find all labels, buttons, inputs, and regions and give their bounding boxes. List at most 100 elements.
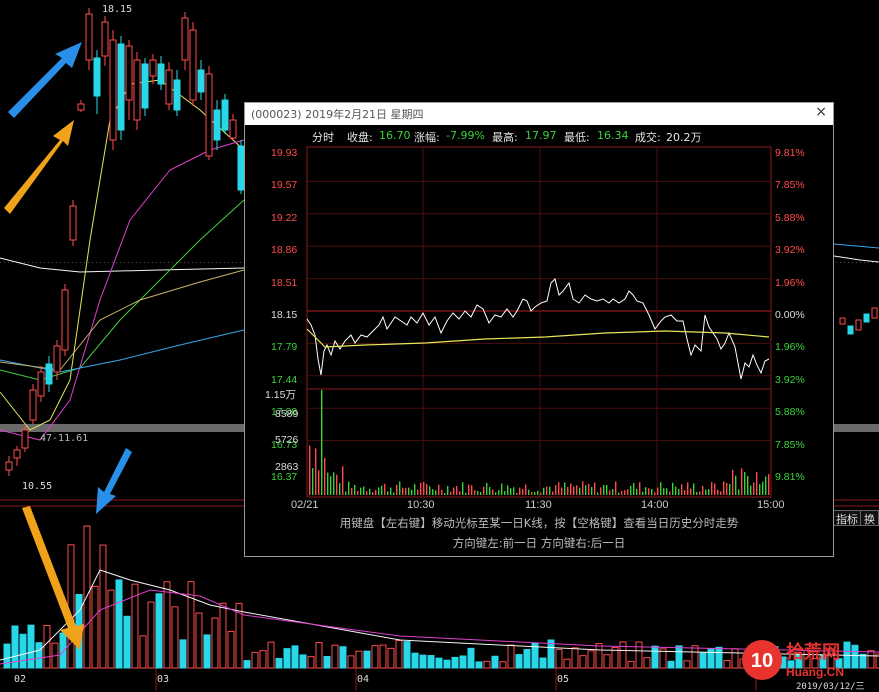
volume-bar xyxy=(35,642,43,669)
moving-average-line xyxy=(833,243,879,249)
candlestick xyxy=(863,313,870,323)
volume-bar xyxy=(587,650,595,669)
volume-bar xyxy=(203,634,211,669)
volume-bar xyxy=(123,615,131,669)
volume-bar xyxy=(107,589,115,669)
volume-bar xyxy=(395,640,403,669)
volume-bar xyxy=(267,641,275,669)
candlestick xyxy=(13,449,21,459)
volume-bar xyxy=(379,644,387,669)
volume-bar xyxy=(419,654,427,669)
volume-bar xyxy=(667,660,675,669)
volume-bar xyxy=(731,648,739,669)
volume-bar xyxy=(435,657,443,669)
volume-bar xyxy=(347,655,355,669)
candlestick xyxy=(847,325,854,335)
time-label-1400: 14:00 xyxy=(641,499,669,511)
volume-bar xyxy=(627,660,635,669)
volume-bar xyxy=(3,643,11,669)
time-label-1030: 10:30 xyxy=(407,499,435,511)
svg-text:Huang.CN: Huang.CN xyxy=(786,665,844,679)
candlestick xyxy=(61,289,69,351)
candlestick xyxy=(21,429,29,449)
indicator-button[interactable]: 指标 xyxy=(832,510,862,526)
candlestick xyxy=(181,17,189,61)
volume-bar xyxy=(475,661,483,669)
volume-bar xyxy=(155,593,163,669)
svg-text:拾荒网: 拾荒网 xyxy=(786,641,840,663)
volume-bar xyxy=(723,660,731,669)
volume-bar xyxy=(427,655,435,669)
candlestick xyxy=(69,205,77,241)
volume-bar xyxy=(339,646,347,669)
volume-bar xyxy=(291,645,299,669)
switch-button[interactable]: 换 xyxy=(860,510,879,526)
volume-bar xyxy=(59,632,67,669)
candlestick xyxy=(53,345,61,373)
volume-bar xyxy=(275,657,283,669)
volume-bar xyxy=(99,544,107,669)
candlestick xyxy=(229,119,237,139)
volume-bar xyxy=(299,654,307,669)
candlestick xyxy=(165,69,173,105)
intraday-popup-window[interactable]: (000023) 2019年2月21日 星期四 × 分时 收盘: 16.70 涨… xyxy=(244,102,834,557)
candlestick xyxy=(133,59,141,121)
volume-bar xyxy=(67,544,75,669)
volume-bar xyxy=(27,624,35,669)
candlestick xyxy=(45,363,53,385)
moving-average-line xyxy=(833,255,879,263)
volume-bar xyxy=(443,659,451,669)
volume-bar xyxy=(315,642,323,669)
volume-bar xyxy=(563,658,571,669)
volume-bar xyxy=(571,647,579,669)
volume-bar xyxy=(91,585,99,669)
blue-arrow-icon xyxy=(8,42,82,118)
candlestick xyxy=(839,317,846,325)
candlestick xyxy=(141,63,149,109)
volume-bar xyxy=(643,657,651,669)
volume-bar xyxy=(363,650,371,669)
moving-average-line xyxy=(0,329,245,373)
volume-bar xyxy=(715,646,723,669)
hint-text-line2: 方向键左:前一日 方向键右:后一日 xyxy=(452,536,626,550)
candlestick xyxy=(149,59,157,77)
volume-bar xyxy=(195,612,203,669)
moving-average-line xyxy=(0,139,245,441)
volume-bar xyxy=(459,655,467,669)
month-label-05: 05 xyxy=(557,674,570,685)
time-label-start: 02/21 xyxy=(291,499,319,511)
intraday-chart[interactable] xyxy=(245,103,833,513)
volume-bar xyxy=(139,635,147,669)
candlestick xyxy=(197,69,205,93)
candlestick xyxy=(37,371,45,397)
volume-bar xyxy=(115,579,123,669)
volume-bar xyxy=(523,649,531,669)
volume-bar xyxy=(403,641,411,669)
volume-bar xyxy=(635,641,643,669)
ma-label: 47-11.61 xyxy=(40,433,89,444)
volume-bar xyxy=(331,644,339,669)
volume-bar xyxy=(323,656,331,669)
moving-average-line xyxy=(0,257,245,273)
volume-bar xyxy=(651,645,659,669)
low-price-label: 10.55 xyxy=(22,481,53,492)
blue-arrow-down-icon xyxy=(96,448,132,514)
volume-bar xyxy=(675,645,683,669)
candlestick xyxy=(93,57,101,97)
candlestick xyxy=(101,21,109,57)
candlestick xyxy=(173,79,181,111)
volume-bar xyxy=(307,656,315,669)
volume-bar xyxy=(683,660,691,669)
volume-bar xyxy=(163,581,171,669)
candlestick xyxy=(855,319,862,331)
volume-bar xyxy=(451,656,459,669)
volume-bar xyxy=(179,639,187,669)
volume-bar xyxy=(867,650,875,669)
candlestick xyxy=(77,103,85,111)
volume-bar xyxy=(547,639,555,669)
high-price-label: 18.15 xyxy=(102,4,133,15)
volume-bar xyxy=(491,655,499,669)
month-label-04: 04 xyxy=(357,674,370,685)
volume-bar xyxy=(387,647,395,669)
volume-bar xyxy=(595,643,603,669)
